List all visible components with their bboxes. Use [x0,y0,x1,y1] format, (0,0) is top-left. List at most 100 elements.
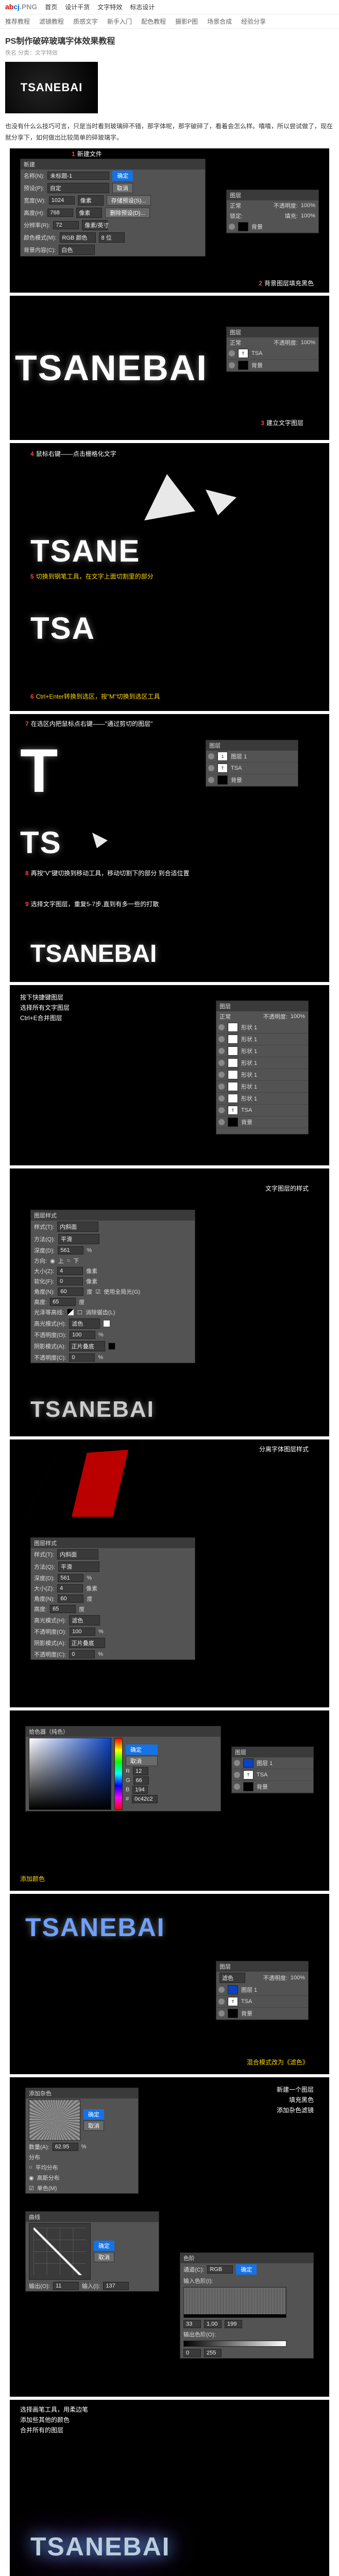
cat-item[interactable]: 滤镜教程 [39,17,64,26]
size-field[interactable] [57,1267,83,1275]
b-field[interactable] [132,1786,148,1794]
antialias-checkbox[interactable]: ☐ [77,1309,82,1316]
nav-design[interactable]: 设计干货 [65,3,90,11]
dir-up-radio[interactable]: ◉ [50,1258,55,1264]
white-point[interactable] [225,2320,242,2328]
layer-row[interactable]: 背景 [227,360,318,371]
color-field[interactable] [29,1738,111,1810]
curve-graph[interactable] [29,2223,91,2280]
delete-preset-button[interactable]: 删除预设(D)... [105,208,149,218]
layer-name: 背景 [251,361,263,369]
highlight-mode[interactable]: 滤色 [69,1318,100,1329]
style-field[interactable]: 内斜面 [57,1222,98,1232]
layer-row[interactable]: 形状 1 [216,1022,308,1033]
layer-row[interactable]: TTSA [216,1105,308,1116]
ok-button[interactable]: 确定 [126,1744,158,1755]
layer-row[interactable]: 形状 1 [216,1057,308,1069]
out-black[interactable] [183,2349,201,2357]
shadow-opacity[interactable] [69,1353,95,1362]
save-preset-button[interactable]: 存储预设(S)... [107,195,151,206]
input-field[interactable] [103,2282,129,2290]
nav-logo[interactable]: 标志设计 [130,3,155,11]
cat-item[interactable]: 场景合成 [207,17,232,26]
highlight-color[interactable] [103,1320,110,1327]
out-white[interactable] [204,2349,222,2357]
r-field[interactable] [133,1767,148,1775]
output-field[interactable] [53,2282,79,2290]
depth-field[interactable] [58,1246,83,1255]
g-field[interactable] [133,1776,149,1785]
layer-row[interactable]: TTSA [227,348,318,360]
nav-text-fx[interactable]: 文字特效 [97,3,122,11]
callout-16c: 添加杂色滤镜 [277,2106,314,2114]
cancel-button[interactable]: 取消 [94,2252,114,2262]
callout-5: 5切换到钢笔工具，在文字上面切割里的部分 [30,572,154,581]
shadow-color[interactable] [108,1343,115,1350]
cancel-button[interactable]: 取消 [83,2121,104,2131]
layer-row[interactable]: 形状 1 [216,1093,308,1105]
visibility-icon[interactable] [229,362,235,368]
mono-checkbox[interactable]: ☑ [29,2185,34,2192]
dir-down-radio[interactable]: ○ [67,1258,71,1264]
layer-row[interactable]: 背景 [216,1116,308,1128]
altitude-field[interactable] [50,1298,76,1306]
ok-button[interactable]: 确定 [236,2264,257,2275]
histogram[interactable] [183,2287,286,2318]
ok-button[interactable]: 确定 [112,171,133,181]
name-field[interactable] [47,172,109,180]
visibility-icon[interactable] [229,224,235,230]
cat-item[interactable]: 新手入门 [107,17,132,26]
layer-name: TSA [251,350,262,357]
amount-field[interactable] [53,2143,78,2151]
gaussian-radio[interactable]: ◉ [29,2175,34,2181]
bg-content-field[interactable]: 白色 [59,245,95,255]
layer-row[interactable]: 背景 [227,221,318,233]
visibility-icon[interactable] [229,350,235,357]
channel-field[interactable]: RGB [207,2265,233,2274]
category-bar: 推荐教程 滤镜教程 质感文字 新手入门 配色教程 摄影P图 场景合成 经验分享 [0,14,339,29]
sample-text: TSANEBAI [30,2534,171,2560]
cancel-button[interactable]: 取消 [112,183,133,193]
resolution-field[interactable] [53,221,79,229]
output-gradient[interactable] [183,2341,286,2347]
callout-17b: 添加些其他的颜色 [20,2415,70,2424]
blend-mode-field[interactable]: 滤色 [219,1973,245,1983]
layer-row[interactable]: 形状 1 [216,1033,308,1045]
sample-text: TSANEBAI [30,1398,155,1421]
color-mode-field[interactable]: RGB 颜色 [60,232,96,243]
ok-button[interactable]: 确定 [94,2241,114,2251]
site-brand[interactable]: abcj.PNG [5,3,37,11]
shadow-mode[interactable]: 正片叠底 [69,1341,105,1351]
nav-home[interactable]: 首页 [45,3,57,11]
contour-swatch[interactable] [67,1309,74,1316]
step-image-17: 选择画笔工具，用柔边笔 添加些其他的颜色 合并所有的图层 TSANEBAI [10,2400,329,2576]
width-field[interactable] [49,196,75,205]
soften-field[interactable] [57,1277,83,1285]
layer-thumb [238,222,248,231]
angle-field[interactable] [58,1287,83,1296]
layer-row[interactable]: 形状 1 [216,1069,308,1081]
gamma[interactable] [204,2320,222,2328]
page-title: PS制作破碎玻璃字体效果教程 [5,34,334,46]
cancel-button[interactable]: 取消 [126,1756,158,1766]
uniform-radio[interactable]: ○ [29,2164,32,2171]
ok-button[interactable]: 确定 [83,2109,104,2120]
sample-text: TSANEBAI [30,942,157,967]
sample-text: TSANEBAI [25,1914,165,1940]
technique-field[interactable]: 平滑 [58,1234,99,1244]
height-field[interactable] [47,209,73,217]
cat-item[interactable]: 配色教程 [141,17,166,26]
black-point[interactable] [183,2320,201,2328]
layer-row[interactable]: 形状 1 [216,1045,308,1057]
hue-slider[interactable] [114,1738,123,1810]
global-light-checkbox[interactable]: ☑ [95,1289,100,1295]
highlight-opacity[interactable] [70,1331,95,1339]
layer-row[interactable]: 形状 1 [216,1081,308,1093]
hex-field[interactable] [132,1795,158,1803]
cat-item[interactable]: 摄影P图 [175,17,198,26]
cat-item[interactable]: 经验分享 [241,17,266,26]
preset-field[interactable]: 自定 [47,183,109,193]
cat-item[interactable]: 质感文字 [73,17,98,26]
cat-item[interactable]: 推荐教程 [5,17,30,26]
dialog-title: 新建 [21,159,205,170]
